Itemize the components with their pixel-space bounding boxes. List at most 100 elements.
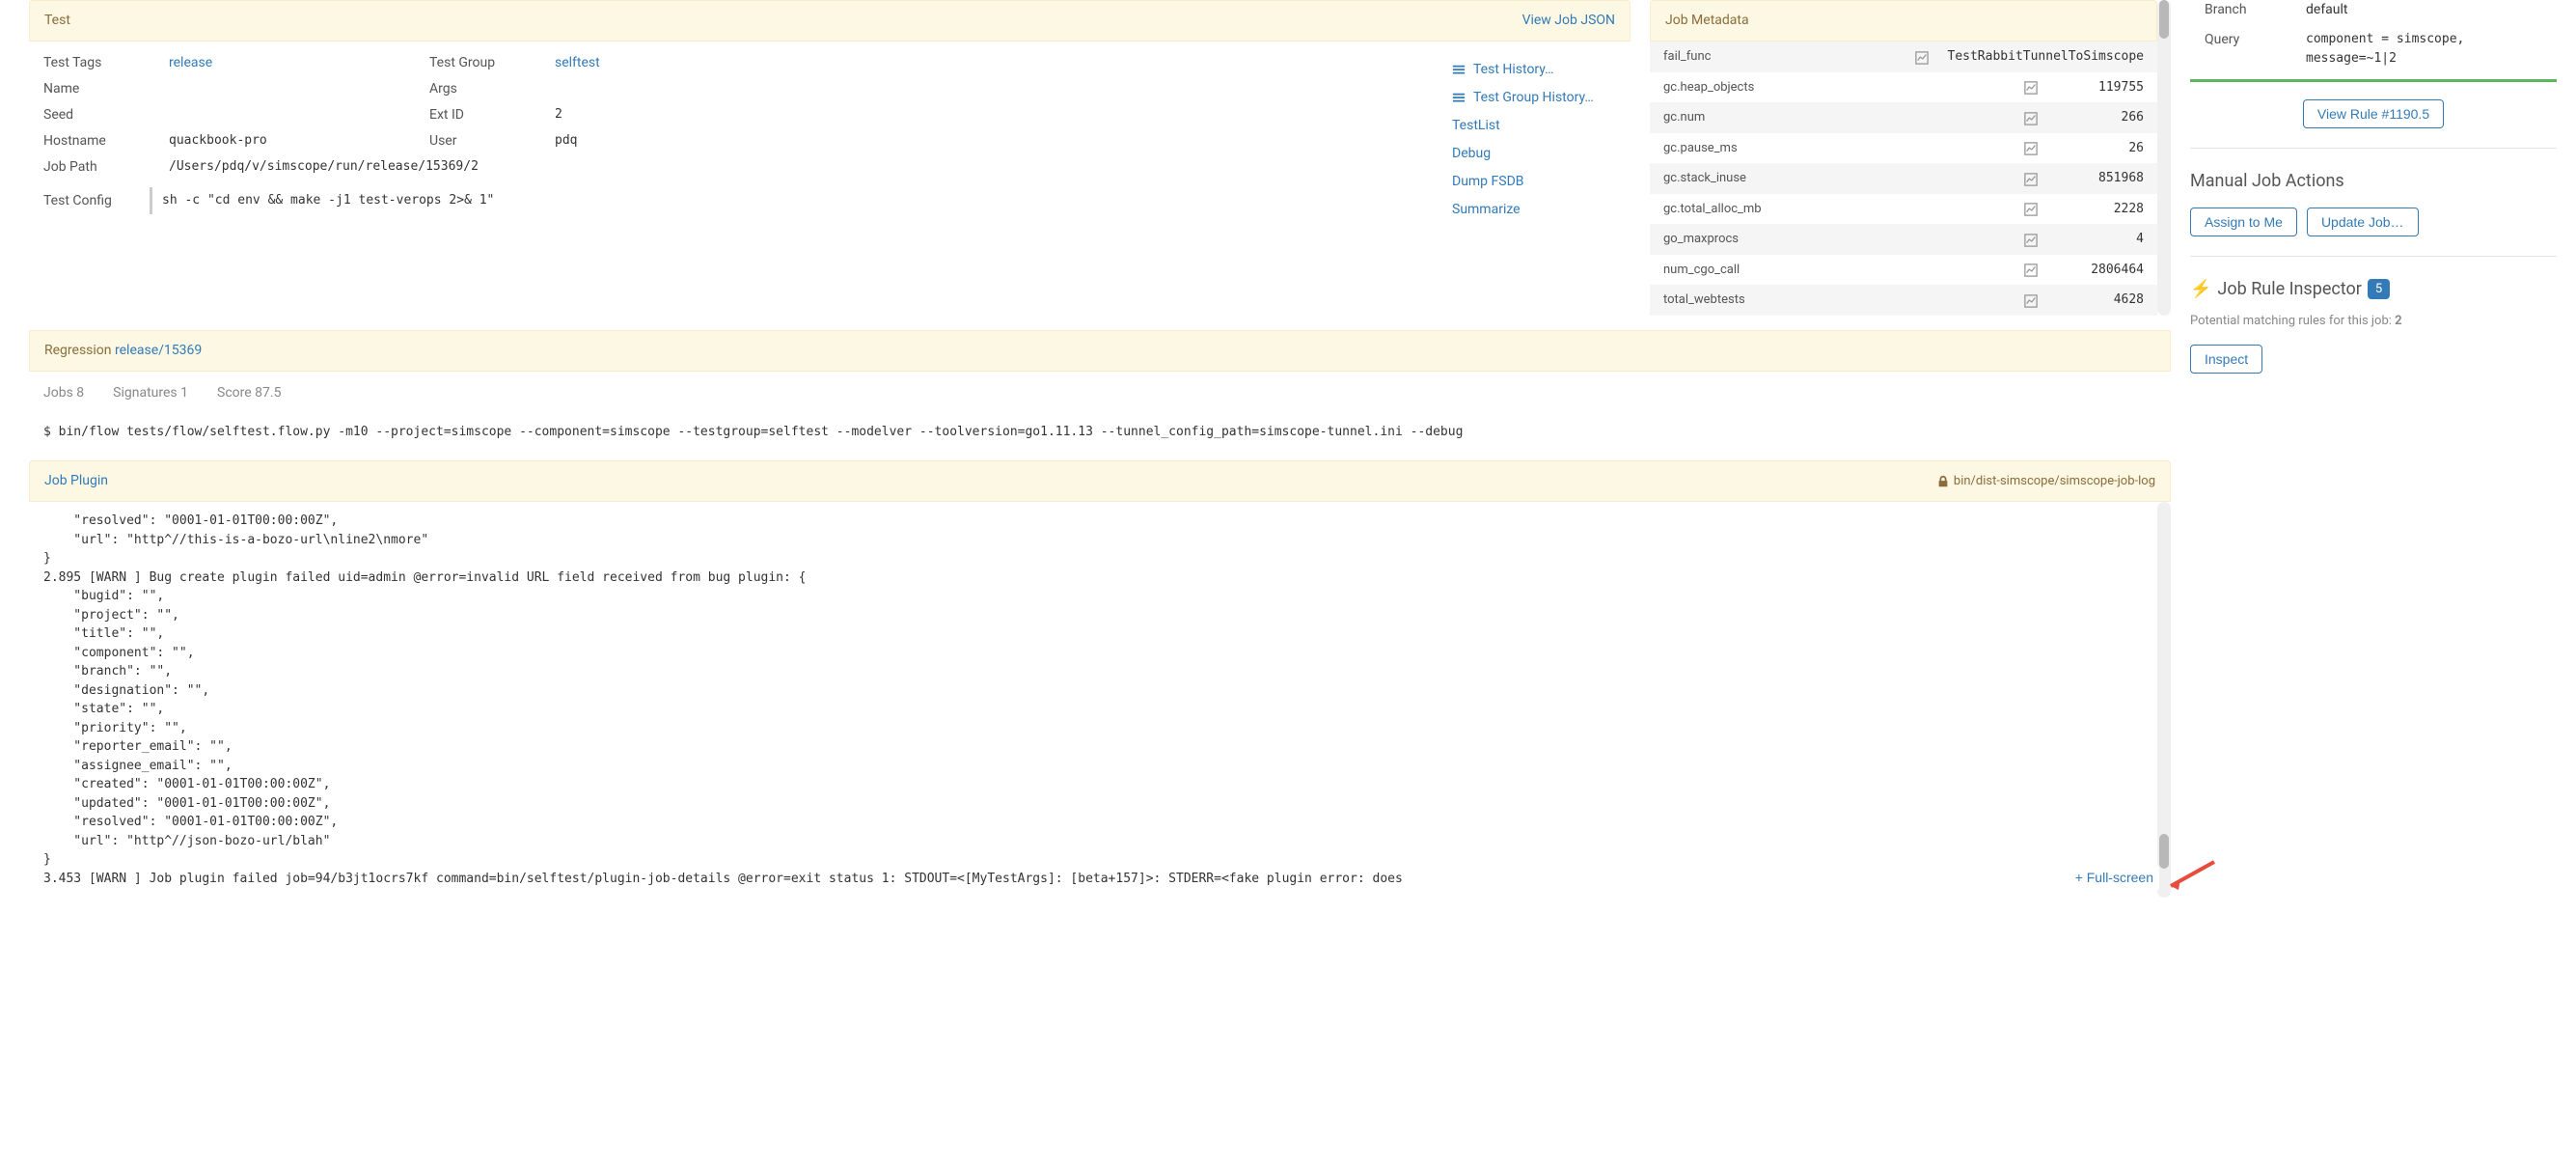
label-name: Name xyxy=(43,79,150,99)
potential-matching-text: Potential matching rules for this job: 2 xyxy=(2190,312,2557,331)
metadata-key: total_webtests xyxy=(1663,291,2005,310)
annotation-arrow-icon xyxy=(2161,857,2219,896)
metadata-row: go_maxprocs 4 xyxy=(1650,224,2157,255)
test-group-history-link[interactable]: Test Group History… xyxy=(1452,84,1616,112)
metadata-row: total_webtests 4628 xyxy=(1650,285,2157,316)
dump-fsdb-link[interactable]: Dump FSDB xyxy=(1452,168,1616,196)
metadata-row: gc.num 266 xyxy=(1650,102,2157,133)
query-label: Query xyxy=(2205,30,2291,50)
metadata-row: gc.heap_objects 119755 xyxy=(1650,72,2157,103)
full-screen-button[interactable]: + Full-screen xyxy=(2069,866,2159,890)
plugin-log-output: "resolved": "0001-01-01T00:00:00Z", "url… xyxy=(29,502,2157,898)
table-icon xyxy=(1452,64,1466,77)
value-seed xyxy=(169,105,410,125)
query-value: component = simscope, message=~1|2 xyxy=(2306,30,2542,68)
scroll-thumb[interactable] xyxy=(2159,0,2169,39)
value-ext-id: 2 xyxy=(555,105,1423,125)
metadata-value: 119755 xyxy=(2057,78,2144,97)
metadata-key: gc.total_alloc_mb xyxy=(1663,200,2005,219)
chart-icon[interactable] xyxy=(1915,48,1929,66)
testlist-link[interactable]: TestList xyxy=(1452,112,1616,140)
label-user: User xyxy=(429,131,535,152)
plugin-path: bin/dist-simscope/simscope-job-log xyxy=(1936,472,2155,491)
regression-link[interactable]: release/15369 xyxy=(115,343,202,358)
view-job-json-link[interactable]: View Job JSON xyxy=(1522,11,1615,31)
metadata-key: gc.stack_inuse xyxy=(1663,169,2005,188)
job-plugin-link[interactable]: Job Plugin xyxy=(44,471,108,491)
value-hostname: quackbook-pro xyxy=(169,131,410,152)
table-icon xyxy=(1452,92,1466,105)
metadata-key: gc.heap_objects xyxy=(1663,78,2005,97)
chart-icon[interactable] xyxy=(2024,78,2038,96)
metadata-row: num_cgo_call 2806464 xyxy=(1650,255,2157,286)
plugin-section-header: Job Plugin bin/dist-simscope/simscope-jo… xyxy=(29,460,2171,502)
metadata-section-header: Job Metadata xyxy=(1650,0,2157,42)
regression-header: Regression release/15369 xyxy=(29,330,2171,372)
value-test-group[interactable]: selftest xyxy=(555,55,600,70)
metadata-header-title: Job Metadata xyxy=(1665,11,1749,31)
inspector-title: Job Rule Inspector xyxy=(2217,276,2361,302)
metadata-value: 2806464 xyxy=(2057,261,2144,280)
green-divider xyxy=(2190,79,2557,82)
label-test-config: Test Config xyxy=(43,187,150,211)
metadata-value: 851968 xyxy=(2057,169,2144,188)
update-job-button[interactable]: Update Job… xyxy=(2307,208,2419,236)
metadata-key: go_maxprocs xyxy=(1663,230,2005,249)
chart-icon[interactable] xyxy=(2024,231,2038,248)
metadata-value: 4 xyxy=(2057,230,2144,249)
test-history-link[interactable]: Test History… xyxy=(1452,56,1616,84)
label-test-group: Test Group xyxy=(429,53,535,73)
label-job-path: Job Path xyxy=(43,157,150,178)
metadata-value: 4628 xyxy=(2057,291,2144,310)
metadata-value: 266 xyxy=(2057,108,2144,127)
value-user: pdq xyxy=(555,131,1423,152)
label-ext-id: Ext ID xyxy=(429,105,535,125)
metadata-value: 2228 xyxy=(2057,200,2144,219)
view-rule-button[interactable]: View Rule #1190.5 xyxy=(2303,99,2444,128)
value-job-path: /Users/pdq/v/simscope/run/release/15369/… xyxy=(169,157,1423,178)
metadata-row: gc.pause_ms 26 xyxy=(1650,133,2157,164)
regression-stats: Jobs 8 Signatures 1 Score 87.5 xyxy=(29,372,2171,415)
bolt-icon: ⚡ xyxy=(2190,276,2211,302)
metadata-value: 26 xyxy=(2057,139,2144,158)
branch-label: Branch xyxy=(2205,0,2291,20)
chart-icon[interactable] xyxy=(2024,291,2038,309)
test-header-title: Test xyxy=(44,11,70,31)
chart-icon[interactable] xyxy=(2024,139,2038,156)
chart-icon[interactable] xyxy=(2024,109,2038,126)
metadata-row: gc.stack_inuse 851968 xyxy=(1650,163,2157,194)
divider xyxy=(2190,148,2557,149)
label-hostname: Hostname xyxy=(43,131,150,152)
metadata-key: gc.pause_ms xyxy=(1663,139,2005,158)
metadata-scrollbar[interactable] xyxy=(2157,0,2171,316)
value-test-tags[interactable]: release xyxy=(169,55,212,70)
divider xyxy=(2190,256,2557,257)
manual-actions-title: Manual Job Actions xyxy=(2190,168,2557,194)
inspect-button[interactable]: Inspect xyxy=(2190,345,2262,374)
assign-to-me-button[interactable]: Assign to Me xyxy=(2190,208,2297,236)
value-args xyxy=(555,79,1423,99)
metadata-value: TestRabbitTunnelToSimscope xyxy=(1948,47,2145,67)
label-seed: Seed xyxy=(43,105,150,125)
label-test-tags: Test Tags xyxy=(43,53,150,73)
value-name xyxy=(169,79,410,99)
regression-prefix: Regression xyxy=(44,343,115,358)
regression-command: $ bin/flow tests/flow/selftest.flow.py -… xyxy=(29,415,2171,461)
label-args: Args xyxy=(429,79,535,99)
metadata-key: num_cgo_call xyxy=(1663,261,2005,280)
chart-icon[interactable] xyxy=(2024,170,2038,187)
value-test-config: sh -c "cd env && make -j1 test-verops 2>… xyxy=(150,187,1423,214)
test-section-header: Test View Job JSON xyxy=(29,0,1631,42)
branch-value: default xyxy=(2306,0,2542,20)
metadata-key: fail_func xyxy=(1663,47,1896,67)
metadata-key: gc.num xyxy=(1663,108,2005,127)
metadata-row: fail_func TestRabbitTunnelToSimscope xyxy=(1650,42,2157,72)
metadata-row: gc.total_alloc_mb 2228 xyxy=(1650,194,2157,225)
chart-icon[interactable] xyxy=(2024,200,2038,217)
summarize-link[interactable]: Summarize xyxy=(1452,196,1616,224)
chart-icon[interactable] xyxy=(2024,261,2038,278)
lock-icon xyxy=(1936,475,1950,488)
plugin-scrollbar[interactable] xyxy=(2157,502,2171,898)
debug-link[interactable]: Debug xyxy=(1452,140,1616,168)
inspector-badge: 5 xyxy=(2368,279,2390,300)
